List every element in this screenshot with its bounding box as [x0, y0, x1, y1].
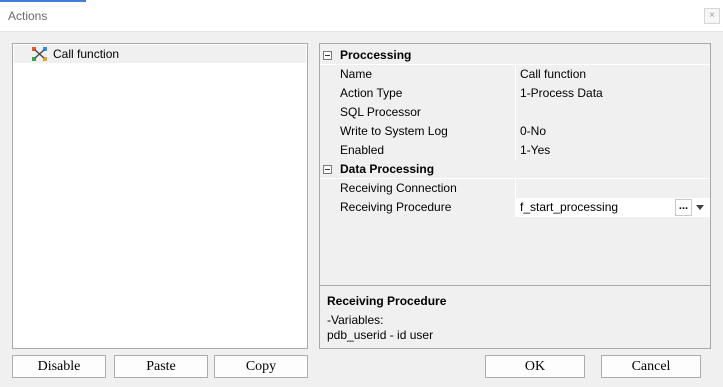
property-row-sql-processor[interactable]: SQL Processor — [320, 103, 710, 122]
property-row-receiving-connection[interactable]: Receiving Connection — [320, 179, 710, 198]
close-icon[interactable]: × — [704, 8, 720, 24]
property-value[interactable]: Call function — [516, 65, 710, 84]
property-value[interactable] — [516, 103, 710, 122]
property-name: Receiving Connection — [334, 179, 516, 198]
tree-item-label: Call function — [53, 47, 120, 61]
row-gutter — [320, 122, 334, 141]
row-gutter — [320, 84, 334, 103]
row-gutter — [320, 179, 334, 198]
property-value[interactable]: 1-Process Data — [516, 84, 710, 103]
function-node-icon — [32, 47, 47, 61]
tree-item-call-function[interactable]: Call function — [14, 45, 306, 63]
property-value[interactable]: 1-Yes — [516, 141, 710, 160]
property-description-panel: Receiving Procedure -Variables: pdb_user… — [320, 285, 710, 348]
paste-button[interactable]: Paste — [114, 355, 208, 378]
category-label: Proccessing — [340, 48, 412, 62]
property-row-name[interactable]: Name Call function — [320, 65, 710, 84]
property-name: Name — [334, 65, 516, 84]
property-name: Action Type — [334, 84, 516, 103]
category-proccessing[interactable]: Proccessing — [320, 46, 710, 65]
property-row-enabled[interactable]: Enabled 1-Yes — [320, 141, 710, 160]
property-row-receiving-procedure[interactable]: Receiving Procedure f_start_processing .… — [320, 198, 710, 217]
description-line: -Variables: — [327, 313, 384, 327]
property-row-write-to-system-log[interactable]: Write to System Log 0-No — [320, 122, 710, 141]
disable-button[interactable]: Disable — [12, 355, 106, 378]
ok-button[interactable]: OK — [485, 355, 585, 378]
collapse-icon[interactable] — [323, 165, 332, 174]
actions-tree[interactable]: Call function — [12, 43, 308, 349]
row-gutter — [320, 198, 334, 217]
property-value[interactable]: 0-No — [516, 122, 710, 141]
row-gutter — [320, 103, 334, 122]
property-name: Write to System Log — [334, 122, 516, 141]
description-line: pdb_userid - id user — [327, 328, 434, 342]
collapse-icon[interactable] — [323, 51, 332, 60]
ellipsis-button[interactable]: ... — [675, 199, 692, 216]
property-row-action-type[interactable]: Action Type 1-Process Data — [320, 84, 710, 103]
cancel-button[interactable]: Cancel — [601, 355, 701, 378]
category-label: Data Processing — [340, 162, 435, 176]
property-grid-body: Proccessing Name Call function Action Ty… — [320, 44, 710, 283]
property-name: Receiving Procedure — [334, 198, 516, 217]
copy-button[interactable]: Copy — [214, 355, 308, 378]
chevron-down-icon[interactable] — [696, 205, 704, 210]
property-name: SQL Processor — [334, 103, 516, 122]
window-title: Actions — [8, 9, 48, 23]
category-data-processing[interactable]: Data Processing — [320, 160, 710, 179]
row-gutter — [320, 65, 334, 84]
property-name: Enabled — [334, 141, 516, 160]
title-bar: Actions × — [0, 0, 723, 32]
description-title: Receiving Procedure — [327, 294, 447, 308]
row-gutter — [320, 141, 334, 160]
property-grid[interactable]: Proccessing Name Call function Action Ty… — [319, 43, 711, 349]
title-accent-strip — [0, 0, 86, 2]
property-value[interactable] — [516, 179, 710, 198]
